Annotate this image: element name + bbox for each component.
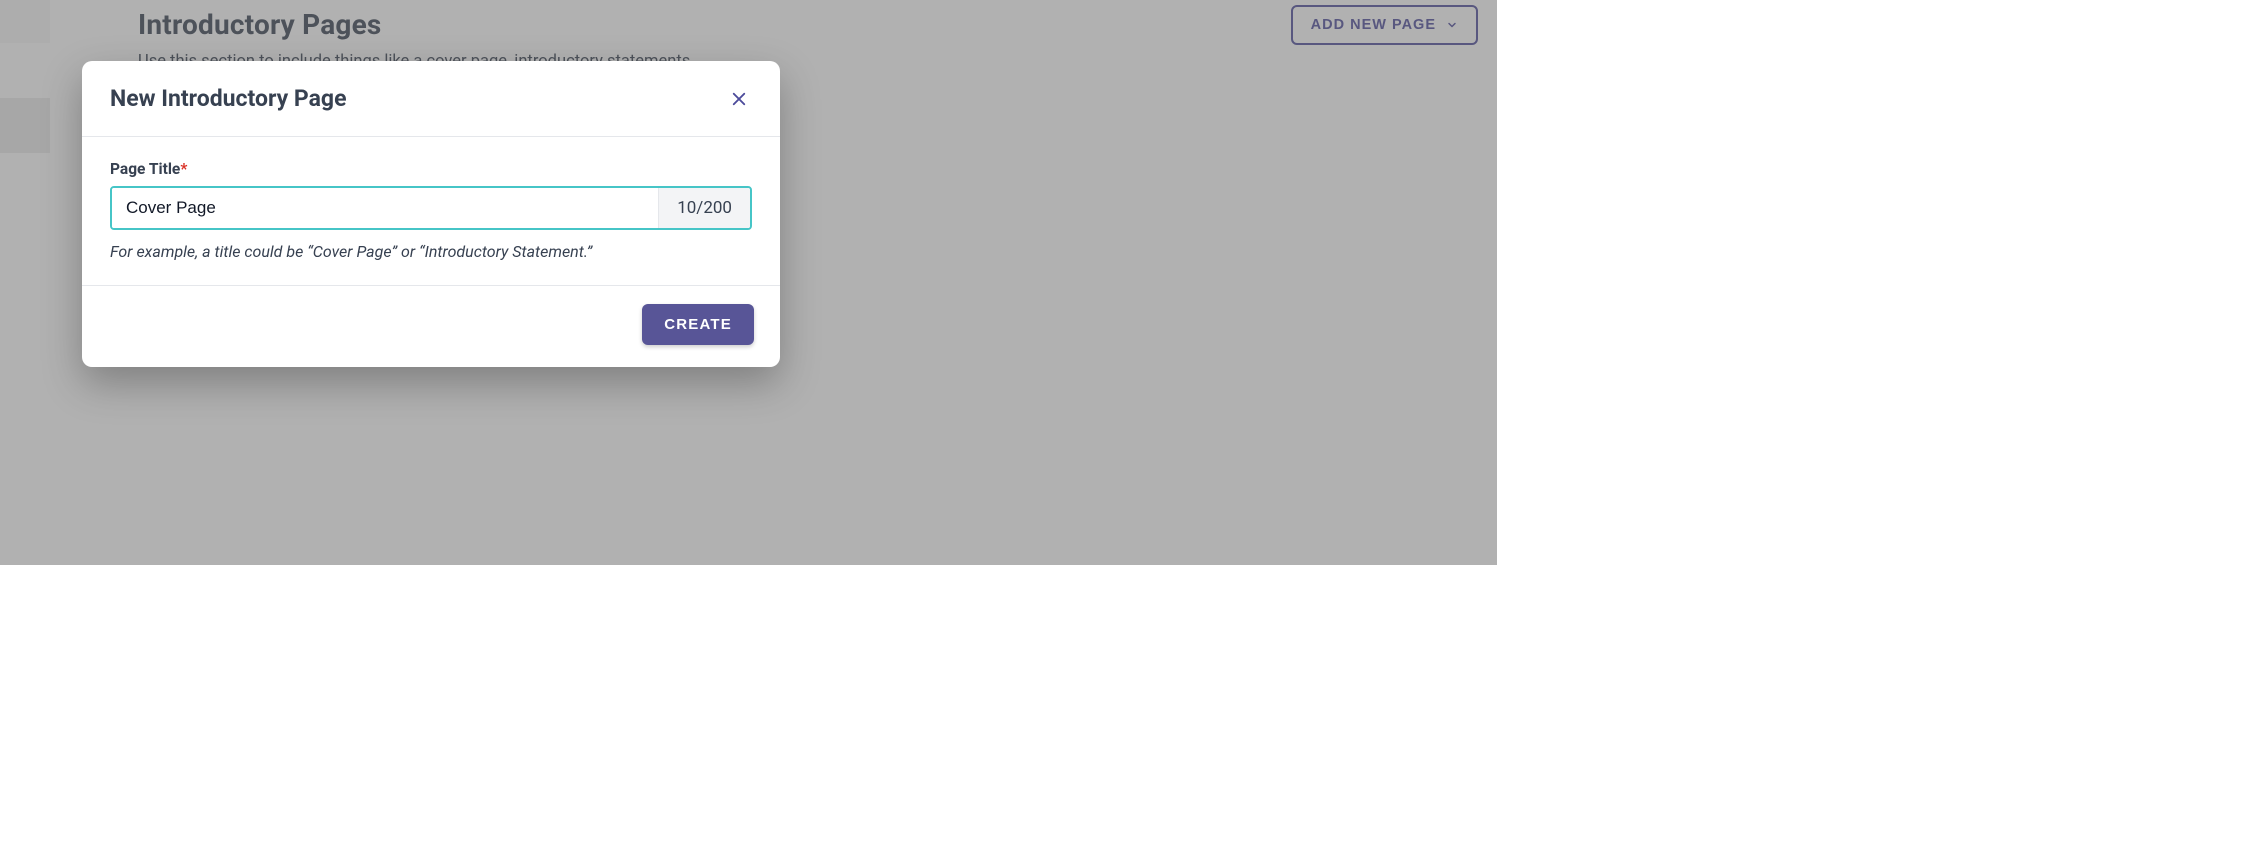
page-title-label-text: Page Title xyxy=(110,160,180,178)
char-counter: 10/200 xyxy=(658,188,750,228)
page-title-input-wrap: 10/200 xyxy=(110,186,752,230)
close-button[interactable] xyxy=(726,86,752,112)
modal-footer: CREATE xyxy=(82,286,780,367)
close-icon xyxy=(730,90,748,108)
modal-title: New Introductory Page xyxy=(110,85,346,112)
page-title-label: Page Title* xyxy=(110,160,187,178)
modal-body: Page Title* 10/200 For example, a title … xyxy=(82,137,780,286)
required-mark: * xyxy=(180,160,187,178)
modal-header: New Introductory Page xyxy=(82,61,780,137)
page-title-input[interactable] xyxy=(112,188,658,228)
create-button[interactable]: CREATE xyxy=(642,304,754,345)
page-title-hint: For example, a title could be “Cover Pag… xyxy=(110,242,752,261)
page-title-field: Page Title* 10/200 For example, a title … xyxy=(110,159,752,261)
new-introductory-page-modal: New Introductory Page Page Title* 10/200… xyxy=(82,61,780,367)
